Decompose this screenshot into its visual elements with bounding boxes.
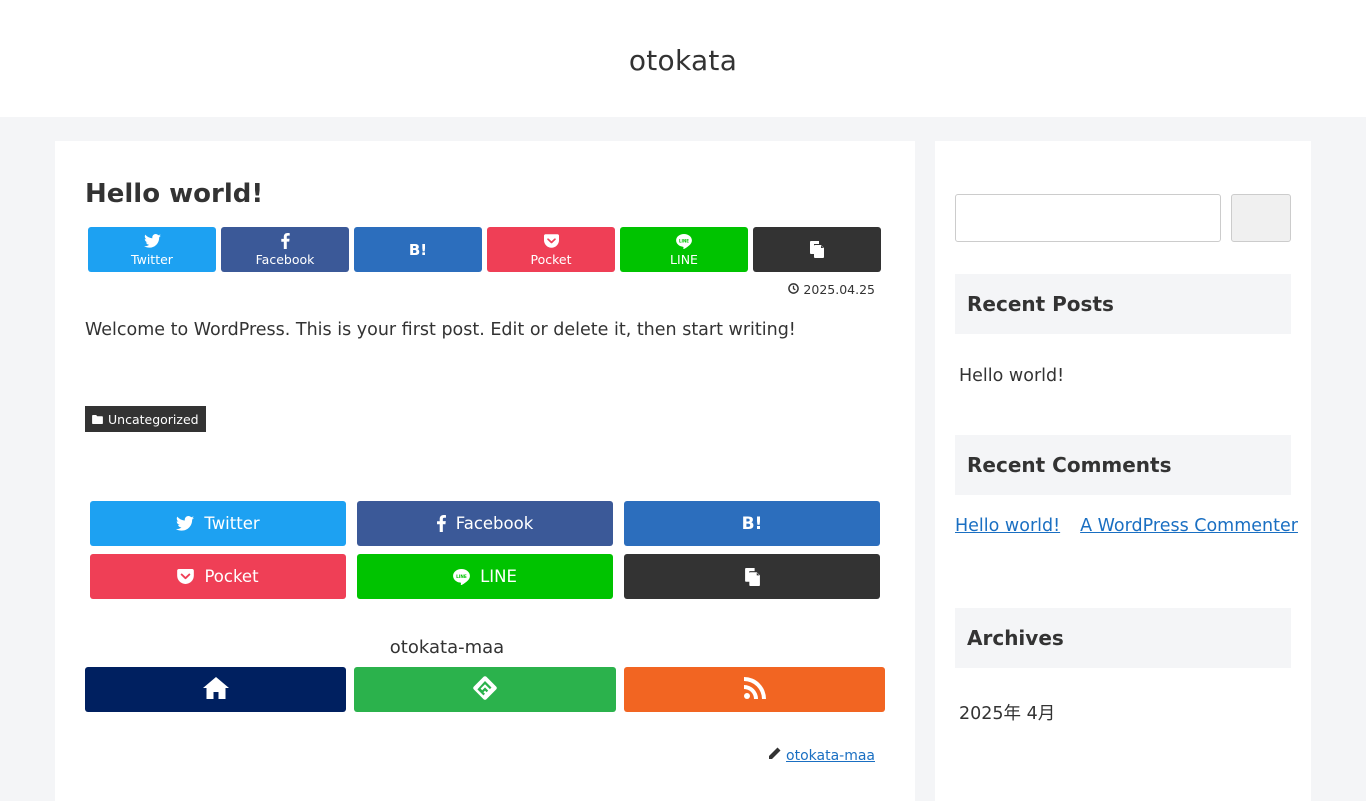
- author-link[interactable]: otokata-maa: [786, 748, 875, 764]
- share-copy-button[interactable]: [753, 227, 881, 272]
- copy-icon: [809, 241, 825, 259]
- pocket-icon: [177, 569, 195, 584]
- clock-icon: [788, 282, 800, 297]
- line-icon: LINE: [676, 232, 692, 250]
- follow-home-button[interactable]: [85, 667, 346, 712]
- share-pocket-label: Pocket: [530, 252, 572, 267]
- recent-post-link[interactable]: Hello world!: [959, 366, 1064, 386]
- share-bottom-twitter-label: Twitter: [204, 514, 260, 533]
- post-date: 2025.04.25: [788, 282, 875, 297]
- share-line-label: LINE: [670, 252, 698, 267]
- share-line-button[interactable]: LINE LINE: [620, 227, 748, 272]
- share-buttons-bottom: Twitter Facebook B! Pocket LINE LINE: [90, 501, 880, 599]
- svg-text:LINE: LINE: [679, 238, 689, 243]
- svg-text:LINE: LINE: [456, 573, 467, 578]
- facebook-icon: [280, 232, 290, 250]
- rss-icon: [743, 676, 766, 703]
- twitter-icon: [143, 232, 161, 250]
- comment-author-link[interactable]: A WordPress Commenter: [1080, 516, 1298, 536]
- category-label: Uncategorized: [108, 411, 199, 427]
- share-bottom-line-button[interactable]: LINE LINE: [357, 554, 613, 599]
- search-form: [955, 194, 1291, 242]
- share-bottom-line-label: LINE: [480, 567, 517, 586]
- archives-title: Archives: [955, 608, 1291, 668]
- post-content: Welcome to WordPress. This is your first…: [85, 320, 796, 340]
- hatena-icon: B!: [741, 513, 763, 534]
- share-bottom-copy-button[interactable]: [624, 554, 880, 599]
- share-hatena-button[interactable]: B!: [354, 227, 482, 272]
- pocket-icon: [543, 232, 559, 250]
- follow-feedly-button[interactable]: [354, 667, 616, 712]
- category-badge[interactable]: Uncategorized: [85, 406, 206, 432]
- comment-post-link[interactable]: Hello world!: [955, 516, 1060, 536]
- share-pocket-button[interactable]: Pocket: [487, 227, 615, 272]
- share-facebook-label: Facebook: [255, 252, 315, 267]
- hatena-icon: B!: [408, 240, 428, 259]
- recent-comments-title: Recent Comments: [955, 435, 1291, 495]
- follow-buttons: [85, 667, 885, 712]
- line-icon: LINE: [453, 568, 470, 585]
- site-title-link[interactable]: otokata: [629, 44, 737, 77]
- site-header: otokata: [0, 0, 1366, 117]
- search-input[interactable]: [955, 194, 1221, 242]
- home-icon: [202, 676, 229, 703]
- share-bottom-pocket-button[interactable]: Pocket: [90, 554, 346, 599]
- share-bottom-facebook-label: Facebook: [455, 514, 534, 533]
- recent-comment-item: Hello world! A WordPress Commenter: [955, 516, 1298, 536]
- share-bottom-facebook-button[interactable]: Facebook: [357, 501, 613, 546]
- sidebar: Recent Posts Hello world! Recent Comment…: [935, 141, 1311, 801]
- post-author: otokata-maa: [768, 747, 875, 764]
- pencil-icon: [768, 747, 781, 764]
- post-title: Hello world!: [85, 179, 264, 209]
- main-article: Hello world! Twitter Facebook B! Pocket …: [55, 141, 915, 801]
- share-twitter-label: Twitter: [131, 252, 173, 267]
- copy-icon: [744, 567, 761, 586]
- share-twitter-button[interactable]: Twitter: [88, 227, 216, 272]
- follow-rss-button[interactable]: [624, 667, 885, 712]
- share-facebook-button[interactable]: Facebook: [221, 227, 349, 272]
- share-buttons-top: Twitter Facebook B! Pocket LINE LINE: [88, 227, 881, 272]
- recent-posts-title: Recent Posts: [955, 274, 1291, 334]
- folder-icon: [92, 412, 103, 427]
- search-button[interactable]: [1231, 194, 1291, 242]
- twitter-icon: [176, 516, 195, 531]
- share-bottom-pocket-label: Pocket: [204, 567, 259, 586]
- facebook-icon: [436, 515, 446, 532]
- feedly-icon: [473, 675, 497, 704]
- share-bottom-twitter-button[interactable]: Twitter: [90, 501, 346, 546]
- share-bottom-hatena-button[interactable]: B!: [624, 501, 880, 546]
- post-date-text: 2025.04.25: [803, 282, 875, 297]
- follow-title: otokata-maa: [389, 637, 505, 658]
- archive-link[interactable]: 2025年 4月: [959, 700, 1055, 725]
